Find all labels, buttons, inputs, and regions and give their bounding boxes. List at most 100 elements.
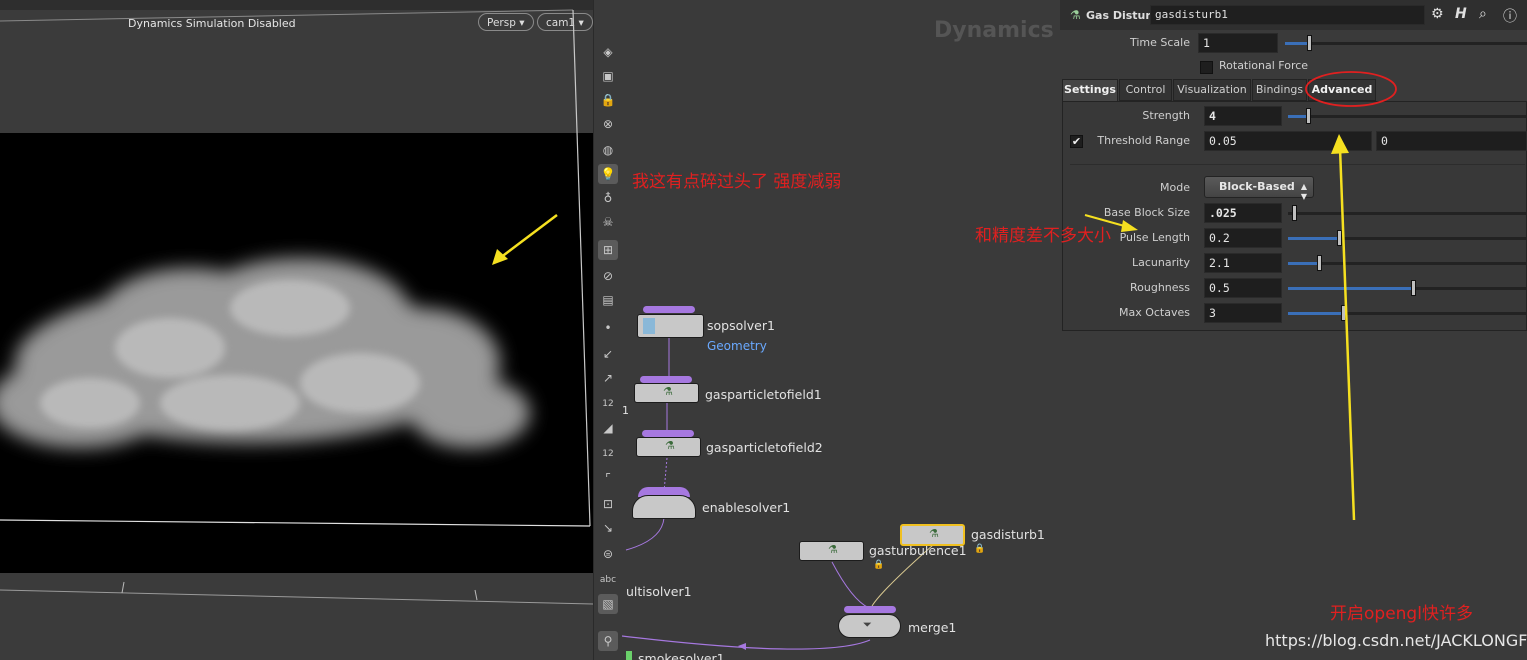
lock-camera-icon[interactable]: 🔒 xyxy=(598,90,618,110)
shading-mode-icon[interactable]: ◍ xyxy=(598,140,618,160)
wireframe-icon[interactable]: ⊜ xyxy=(598,544,618,564)
node-label-merge: merge1 xyxy=(908,620,957,635)
text-label-icon[interactable]: abc xyxy=(598,570,618,590)
time-scale-slider-handle[interactable] xyxy=(1307,35,1312,51)
node-gasparticletofield1[interactable]: ⚗ xyxy=(634,383,699,403)
strength-slider-handle[interactable] xyxy=(1306,108,1311,124)
ghost-geometry-icon[interactable]: ▣ xyxy=(598,66,618,86)
node-enablesolver[interactable] xyxy=(632,495,696,519)
camera-select-dropdown[interactable]: cam1 ▾ xyxy=(537,13,593,31)
node-display-flag xyxy=(626,651,632,660)
strength-slider-fill xyxy=(1288,115,1308,118)
node-label-gasdisturb: gasdisturb1 xyxy=(971,527,1045,542)
gear-icon[interactable]: ⚙ xyxy=(1431,6,1444,22)
light-bulb-icon[interactable]: 💡 xyxy=(598,164,618,184)
node-gasturbulence[interactable]: ⚗ xyxy=(799,541,864,561)
render-region-icon[interactable]: ⊞ xyxy=(598,240,618,260)
node-type-label: Gas Disturb xyxy=(1086,9,1159,22)
chevron-down-icon: ▾ xyxy=(578,17,584,29)
tab-settings[interactable]: Settings xyxy=(1062,79,1118,101)
simulation-status-text: Dynamics Simulation Disabled xyxy=(128,17,296,30)
watermark-text: https://blog.csdn.net/JACKLONGFX xyxy=(1265,631,1527,650)
roughness-label: Roughness xyxy=(1129,281,1190,294)
node-sopsolver[interactable] xyxy=(637,314,704,338)
time-scale-slider[interactable] xyxy=(1285,42,1527,45)
node-icon xyxy=(643,318,655,334)
threshold-max-field[interactable]: 0 xyxy=(1376,131,1527,151)
annotation-strength-note: 我这有点碎过头了 强度减弱 xyxy=(632,172,842,192)
bottle-icon: ⚗ xyxy=(665,439,675,452)
node-sublabel-geometry: Geometry xyxy=(707,339,767,353)
search-icon[interactable]: ⌕ xyxy=(1479,6,1487,22)
lacunarity-label: Lacunarity xyxy=(1131,256,1190,269)
time-scale-field[interactable]: 1 xyxy=(1198,33,1278,53)
lacunarity-field[interactable]: 2.1 xyxy=(1204,253,1282,273)
normals-icon[interactable]: ↙ xyxy=(598,344,618,364)
vertex-normals-icon[interactable]: ↗ xyxy=(598,368,618,388)
lacunarity-slider-handle[interactable] xyxy=(1317,255,1322,271)
node-flag-bar xyxy=(844,606,896,613)
strength-label: Strength xyxy=(1142,109,1190,122)
info-icon[interactable]: ⓘ xyxy=(1503,6,1517,26)
opengl-render-icon[interactable]: ⚲ xyxy=(598,631,618,651)
visibility-icon[interactable]: ⊘ xyxy=(598,266,618,286)
annotation-opengl-note: 开启opengl快许多 xyxy=(1330,604,1473,624)
headlight-icon[interactable]: ♁ xyxy=(598,188,618,208)
funnel-icon: ⏷ xyxy=(863,618,872,631)
primitive-display-icon[interactable]: ◢ xyxy=(598,418,618,438)
node-gasparticletofield2[interactable]: ⚗ xyxy=(636,437,701,457)
strength-field[interactable]: 4 xyxy=(1204,106,1282,126)
image-background-icon[interactable]: ▧ xyxy=(598,594,618,614)
rotational-force-label: Rotational Force xyxy=(1219,59,1309,72)
stepper-arrows-icon: ▲ ▼ xyxy=(1300,182,1307,201)
skull-icon[interactable]: ☠ xyxy=(598,212,618,232)
tab-control[interactable]: Control xyxy=(1119,79,1172,101)
close-view-icon[interactable]: ⊗ xyxy=(598,114,618,134)
uv-display-icon[interactable]: ⌜ xyxy=(598,468,618,488)
node-label-gasparticletofield1: gasparticletofield1 xyxy=(705,387,822,402)
render-view xyxy=(0,133,593,573)
roughness-slider-handle[interactable] xyxy=(1411,280,1416,296)
transform-handle-icon[interactable]: ↘ xyxy=(598,518,618,538)
node-label-partial: 1 xyxy=(622,404,629,417)
node-gasdisturb-selected[interactable]: ⚗ xyxy=(900,524,965,546)
mode-dropdown[interactable]: Block-Based ▲ ▼ xyxy=(1204,176,1314,201)
node-flag-bar xyxy=(643,306,695,313)
scene-viewport[interactable]: Dynamics Simulation Disabled Persp ▾ cam… xyxy=(0,0,593,660)
time-scale-slider-fill xyxy=(1285,42,1309,45)
primitive-numbers-icon[interactable]: 12 xyxy=(598,444,618,464)
base-block-size-slider[interactable] xyxy=(1288,212,1527,215)
threshold-min-field[interactable]: 0.05 xyxy=(1204,131,1372,151)
tab-advanced[interactable]: Advanced xyxy=(1308,79,1376,101)
display-options-icon[interactable]: ◈ xyxy=(598,42,618,62)
lock-icon: 🔒 xyxy=(974,544,986,554)
max-octaves-field[interactable]: 3 xyxy=(1204,303,1282,323)
mode-value: Block-Based xyxy=(1219,180,1295,193)
rotational-force-checkbox[interactable] xyxy=(1200,61,1213,74)
tab-visualization[interactable]: Visualization xyxy=(1173,79,1251,101)
roughness-field[interactable]: 0.5 xyxy=(1204,278,1282,298)
help-h-icon[interactable]: H xyxy=(1455,6,1467,22)
point-numbers-icon[interactable]: 12 xyxy=(598,394,618,414)
node-name-field[interactable]: gasdisturb1 xyxy=(1150,5,1425,25)
network-context-label: Dynamics xyxy=(934,18,1054,43)
divider xyxy=(1070,164,1525,165)
lacunarity-slider[interactable] xyxy=(1288,262,1527,265)
pulse-length-field[interactable]: 0.2 xyxy=(1204,228,1282,248)
lock-icon: 🔒 xyxy=(873,560,885,570)
camera-mode-dropdown[interactable]: Persp ▾ xyxy=(478,13,534,31)
base-block-size-field[interactable]: .025 xyxy=(1204,203,1282,223)
bounding-box-icon[interactable]: ⊡ xyxy=(598,494,618,514)
parameter-pane: ⚗ Gas Disturb gasdisturb1 ⚙ H ⌕ ⓘ Time S… xyxy=(1060,0,1527,525)
max-octaves-slider-handle[interactable] xyxy=(1341,305,1346,321)
base-block-size-slider-handle[interactable] xyxy=(1292,205,1297,221)
tab-bindings[interactable]: Bindings xyxy=(1252,79,1307,101)
strength-slider[interactable] xyxy=(1288,115,1527,118)
network-editor[interactable]: Dynamics sopsolver1 Geometry ⚗ gaspartic… xyxy=(622,0,1060,660)
node-merge[interactable]: ⏷ xyxy=(838,614,901,638)
base-block-size-label: Base Block Size xyxy=(1103,206,1190,219)
camera-icon[interactable]: ▤ xyxy=(598,290,618,310)
point-display-icon[interactable]: • xyxy=(598,318,618,338)
viewport-top-bar xyxy=(0,0,593,10)
pulse-length-slider-handle[interactable] xyxy=(1337,230,1342,246)
